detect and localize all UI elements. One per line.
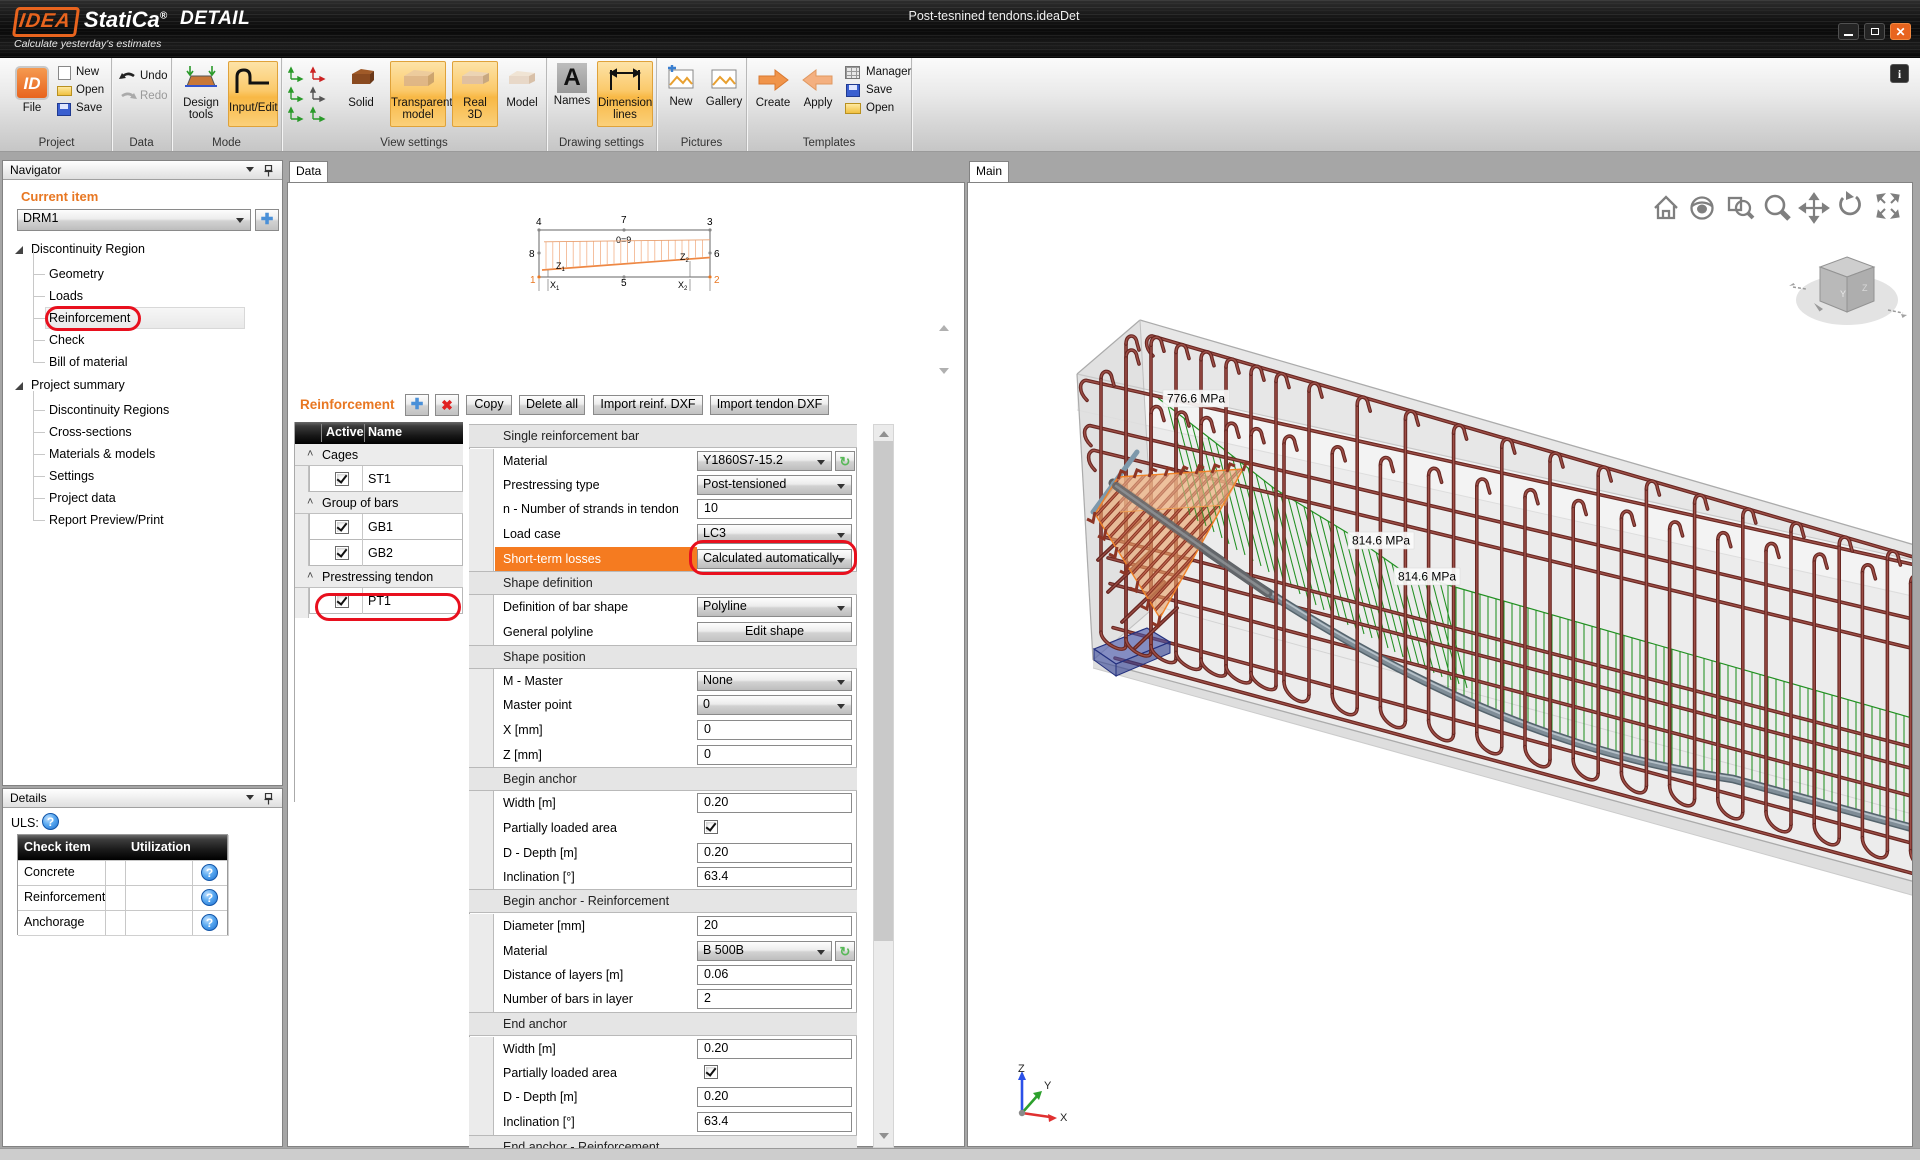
svg-text:Z1: Z1 <box>556 261 566 273</box>
svg-text:2: 2 <box>714 275 720 286</box>
svg-text:776.6 MPa: 776.6 MPa <box>1167 392 1225 406</box>
svg-text:X1: X1 <box>550 280 560 292</box>
svg-text:814.6 MPa: 814.6 MPa <box>1398 570 1456 584</box>
svg-text:Z: Z <box>1862 283 1868 293</box>
svg-text:814.6 MPa: 814.6 MPa <box>1352 534 1410 548</box>
svg-text:5: 5 <box>621 278 627 289</box>
svg-text:Y: Y <box>1840 289 1846 299</box>
svg-text:X2: X2 <box>678 280 688 292</box>
svg-text:7: 7 <box>621 215 627 226</box>
svg-text:Z: Z <box>1018 1063 1025 1075</box>
svg-text:6: 6 <box>714 249 720 260</box>
svg-text:4: 4 <box>536 217 542 228</box>
svg-text:8: 8 <box>529 249 535 260</box>
svg-text:Y: Y <box>1044 1080 1052 1092</box>
svg-text:3: 3 <box>707 217 713 228</box>
svg-text:0=9: 0=9 <box>616 235 631 245</box>
svg-text:X: X <box>1060 1112 1068 1124</box>
svg-text:1: 1 <box>530 275 536 286</box>
svg-text:Z2: Z2 <box>680 252 690 264</box>
